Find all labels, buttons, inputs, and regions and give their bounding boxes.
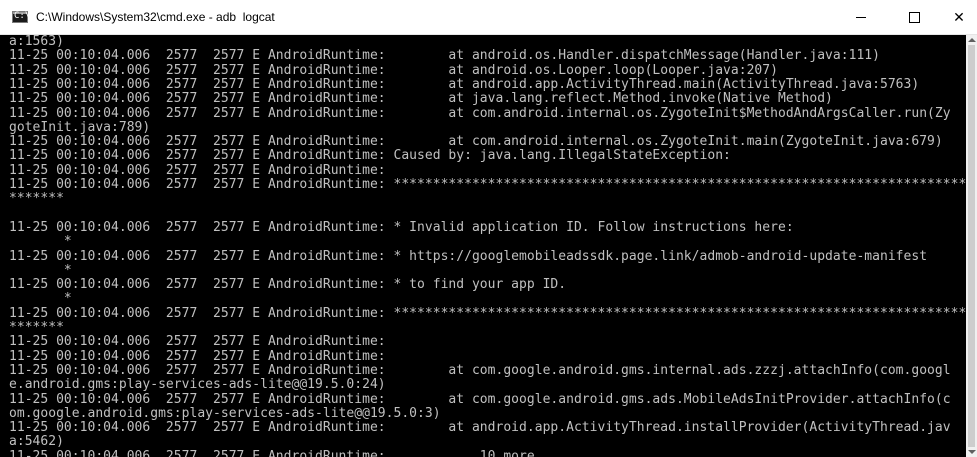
console-line: a:5462) <box>9 434 64 450</box>
console-line: 11-25 00:10:04.006 2577 2577 E AndroidRu… <box>9 277 567 293</box>
console-line: 11-25 00:10:04.006 2577 2577 E AndroidRu… <box>9 219 794 235</box>
console-line: 11-25 00:10:04.006 2577 2577 E AndroidRu… <box>9 248 928 264</box>
console-line: 11-25 00:10:04.006 2577 2577 E AndroidRu… <box>9 420 951 436</box>
console-line: * <box>9 234 72 250</box>
console-line: e.android.gms:play-services-ads-lite@@19… <box>9 377 386 393</box>
console-line: 11-25 00:10:04.006 2577 2577 E AndroidRu… <box>9 391 951 407</box>
console-line: 11-25 00:10:04.006 2577 2577 E AndroidRu… <box>9 162 386 178</box>
scroll-down-button[interactable] <box>966 447 977 457</box>
window-title: C:\Windows\System32\cmd.exe - adb logcat <box>36 10 275 24</box>
console-line: 11-25 00:10:04.006 2577 2577 E AndroidRu… <box>9 148 731 164</box>
console-line: ******* <box>9 320 64 335</box>
arrow-down-icon <box>967 450 976 454</box>
console-line: 11-25 00:10:04.006 2577 2577 E AndroidRu… <box>9 348 386 364</box>
console-line: 11-25 00:10:04.006 2577 2577 E AndroidRu… <box>9 91 833 107</box>
scrollbar-thumb[interactable] <box>968 45 975 447</box>
close-icon: ✕ <box>953 9 965 26</box>
maximize-icon <box>908 12 920 23</box>
console-line: 11-25 00:10:04.006 2577 2577 E AndroidRu… <box>9 362 951 378</box>
console-line: 11-25 00:10:04.006 2577 2577 E AndroidRu… <box>9 62 778 78</box>
console-line: 11-25 00:10:04.006 2577 2577 E AndroidRu… <box>9 134 943 150</box>
vertical-scrollbar[interactable] <box>966 35 977 457</box>
console-line: ******* <box>9 191 64 207</box>
console-line: 11-25 00:10:04.006 2577 2577 E AndroidRu… <box>9 334 386 350</box>
console-line: * <box>9 291 72 307</box>
console-line: 11-25 00:10:04.006 2577 2577 E AndroidRu… <box>9 76 920 92</box>
console-line: a:1563) <box>9 35 64 49</box>
close-button[interactable]: ✕ <box>936 0 977 35</box>
console-line: 11-25 00:10:04.006 2577 2577 E AndroidRu… <box>9 48 880 64</box>
console-line: * <box>9 262 72 278</box>
console-line: 11-25 00:10:04.006 2577 2577 E AndroidRu… <box>9 177 966 192</box>
arrow-up-icon <box>967 38 976 42</box>
console-line: 11-25 00:10:04.006 2577 2577 E AndroidRu… <box>9 305 966 321</box>
minimize-icon <box>856 17 866 18</box>
title-bar[interactable]: C:\ C:\Windows\System32\cmd.exe - adb lo… <box>0 0 977 35</box>
scroll-up-button[interactable] <box>966 35 977 45</box>
console-output[interactable]: a:1563) 11-25 00:10:04.006 2577 2577 E An… <box>0 35 966 457</box>
maximize-button[interactable] <box>891 0 937 35</box>
console-app-icon[interactable]: C:\ <box>12 11 31 23</box>
console-line: om.google.android.gms:play-services-ads-… <box>9 405 441 421</box>
console-line: goteInit.java:789) <box>9 119 151 135</box>
minimize-button[interactable] <box>838 0 884 35</box>
console-line: 11-25 00:10:04.006 2577 2577 E AndroidRu… <box>9 105 951 121</box>
console-line: 11-25 00:10:04.006 2577 2577 E AndroidRu… <box>9 448 535 457</box>
app-icon-glyph: C:\ <box>14 11 31 21</box>
